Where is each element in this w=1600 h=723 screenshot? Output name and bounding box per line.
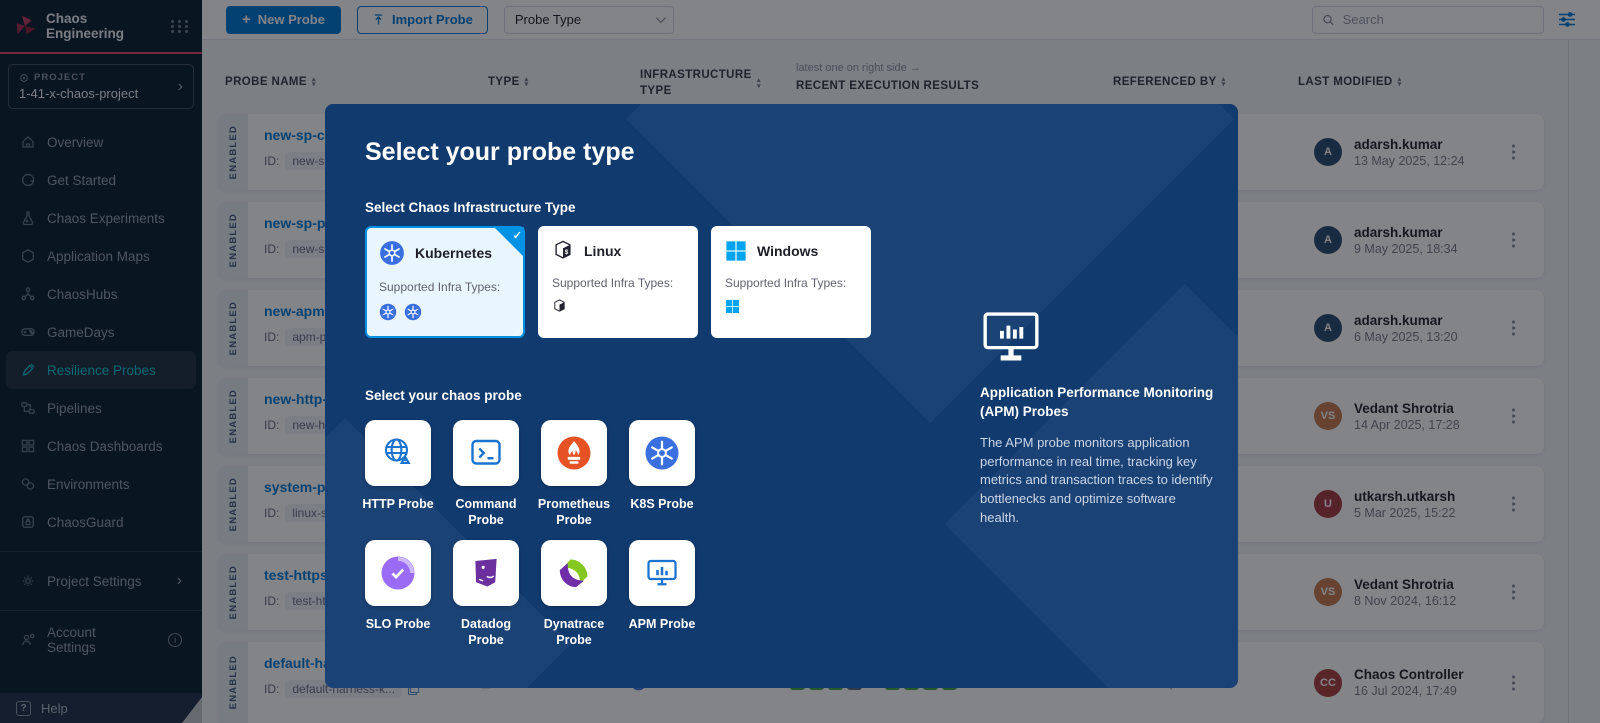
modal-title: Select your probe type xyxy=(365,138,635,167)
kubernetes-icon xyxy=(644,435,680,471)
probe-tile-command[interactable] xyxy=(453,420,519,486)
infrastructure-cards: ✓ Kubernetes Supported Infra Types: $ Li… xyxy=(365,226,871,338)
supported-infra-label: Supported Infra Types: xyxy=(552,276,684,290)
probe-tile-label: Prometheus Probe xyxy=(531,496,617,529)
windows-icon xyxy=(725,299,740,314)
probe-tile-label: SLO Probe xyxy=(355,616,441,632)
probe-section-label: Select your chaos probe xyxy=(365,388,522,403)
probe-tile-label: Dynatrace Probe xyxy=(531,616,617,649)
select-probe-type-modal: Select your probe type Select Chaos Infr… xyxy=(325,104,1238,688)
datadog-icon xyxy=(469,556,503,590)
probe-tile-label: K8S Probe xyxy=(619,496,705,512)
probe-tiles-row-2: SLO Probe Datadog Probe Dynatrace Probe … xyxy=(365,540,695,649)
supported-infra-label: Supported Infra Types: xyxy=(379,280,511,294)
probe-tile-prometheus[interactable] xyxy=(541,420,607,486)
probe-tile-apm[interactable] xyxy=(629,540,695,606)
infra-card-name: Kubernetes xyxy=(415,245,492,261)
probe-info-description: The APM probe monitors application perfo… xyxy=(980,434,1218,528)
probe-tile-label: APM Probe xyxy=(619,616,705,632)
svg-text:$: $ xyxy=(565,249,569,256)
probe-info-title: Application Performance Monitoring (APM)… xyxy=(980,384,1218,422)
probe-tile-slo[interactable] xyxy=(365,540,431,606)
probe-tile-label: HTTP Probe xyxy=(355,496,441,512)
windows-icon xyxy=(725,240,747,262)
probe-tile-datadog[interactable] xyxy=(453,540,519,606)
kubernetes-icon xyxy=(404,303,422,321)
supported-infra-label: Supported Infra Types: xyxy=(725,276,857,290)
infra-card-windows[interactable]: Windows Supported Infra Types: xyxy=(711,226,871,338)
http-globe-icon xyxy=(380,435,416,471)
probe-tiles-row-1: HTTP Probe Command Probe Prometheus Prob… xyxy=(365,420,695,529)
probe-tile-http[interactable] xyxy=(365,420,431,486)
infra-card-name: Windows xyxy=(757,243,818,259)
app-window: Chaos Engineering PROJECT 1-41-x-chaos-p… xyxy=(0,0,1600,723)
prometheus-icon xyxy=(556,435,592,471)
linux-icon: $ xyxy=(552,240,574,262)
probe-tile-label: Command Probe xyxy=(443,496,529,529)
kubernetes-icon xyxy=(379,240,405,266)
infra-card-linux[interactable]: $ Linux Supported Infra Types: xyxy=(538,226,698,338)
kubernetes-icon xyxy=(379,303,397,321)
infra-section-label: Select Chaos Infrastructure Type xyxy=(365,200,576,215)
linux-icon xyxy=(552,299,567,314)
infra-card-kubernetes[interactable]: ✓ Kubernetes Supported Infra Types: xyxy=(365,226,525,338)
selected-check-icon: ✓ xyxy=(494,227,524,257)
slo-icon xyxy=(380,555,416,591)
terminal-icon xyxy=(468,435,504,471)
probe-tile-label: Datadog Probe xyxy=(443,616,529,649)
probe-info-panel: Application Performance Monitoring (APM)… xyxy=(980,310,1218,528)
probe-tile-dynatrace[interactable] xyxy=(541,540,607,606)
monitor-icon xyxy=(980,310,1042,362)
infra-card-name: Linux xyxy=(584,243,621,259)
probe-tile-k8s[interactable] xyxy=(629,420,695,486)
apm-monitor-icon xyxy=(644,555,680,591)
dynatrace-icon xyxy=(557,556,591,590)
